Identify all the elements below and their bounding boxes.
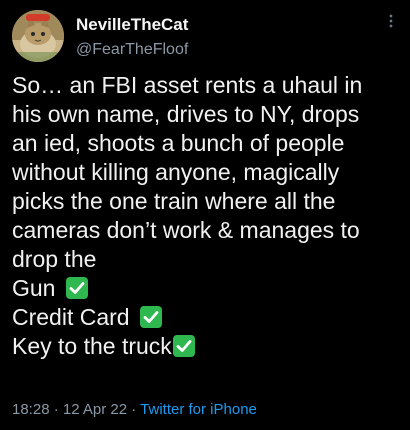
more-options-icon[interactable] (384, 12, 398, 32)
checklist-label: Credit Card (12, 304, 130, 330)
checklist-label: Gun (12, 275, 56, 301)
tweet-text-line: his own name, drives to NY, drops (12, 101, 360, 127)
tweet-source-link[interactable]: Twitter for iPhone (140, 401, 257, 418)
tweet-header: NevilleTheCat @FearTheFloof (12, 10, 398, 66)
tweet-text-line: drop the (12, 246, 97, 272)
avatar[interactable] (12, 10, 64, 62)
checklist-label: Key to the truck (12, 333, 172, 359)
tweet-text-line: So… an FBI asset rents a uhaul in (12, 72, 363, 98)
author-handle[interactable]: @FearTheFloof (76, 39, 188, 61)
cat-photo-avatar-image (12, 10, 64, 62)
tweet-text-line: cameras don’t work & manages to (12, 217, 360, 243)
tweet: NevilleTheCat @FearTheFloof So… an FBI a… (0, 0, 410, 430)
tweet-text-line: picks the one train where all the (12, 188, 336, 214)
tweet-time[interactable]: 18:28 (12, 401, 50, 418)
footer-separator: · (127, 401, 141, 418)
checklist-item-credit-card: Credit Card (12, 303, 404, 332)
tweet-text-line: an ied, shoots a bunch of people (12, 130, 345, 156)
green-check-icon (139, 305, 163, 329)
tweet-date[interactable]: 12 Apr 22 (63, 401, 127, 418)
author-names: NevilleTheCat @FearTheFloof (76, 14, 188, 61)
green-check-icon (172, 334, 196, 358)
tweet-text: So… an FBI asset rents a uhaul in his ow… (12, 71, 404, 361)
checklist-item-gun: Gun (12, 274, 404, 303)
checklist-item-key-to-the-truck: Key to the truck (12, 332, 404, 361)
green-check-icon (65, 276, 89, 300)
tweet-footer: 18:28 · 12 Apr 22 · Twitter for iPhone (12, 400, 257, 420)
author-display-name[interactable]: NevilleTheCat (76, 14, 188, 36)
tweet-text-line: without killing anyone, magically (12, 159, 340, 185)
footer-separator: · (49, 401, 63, 418)
